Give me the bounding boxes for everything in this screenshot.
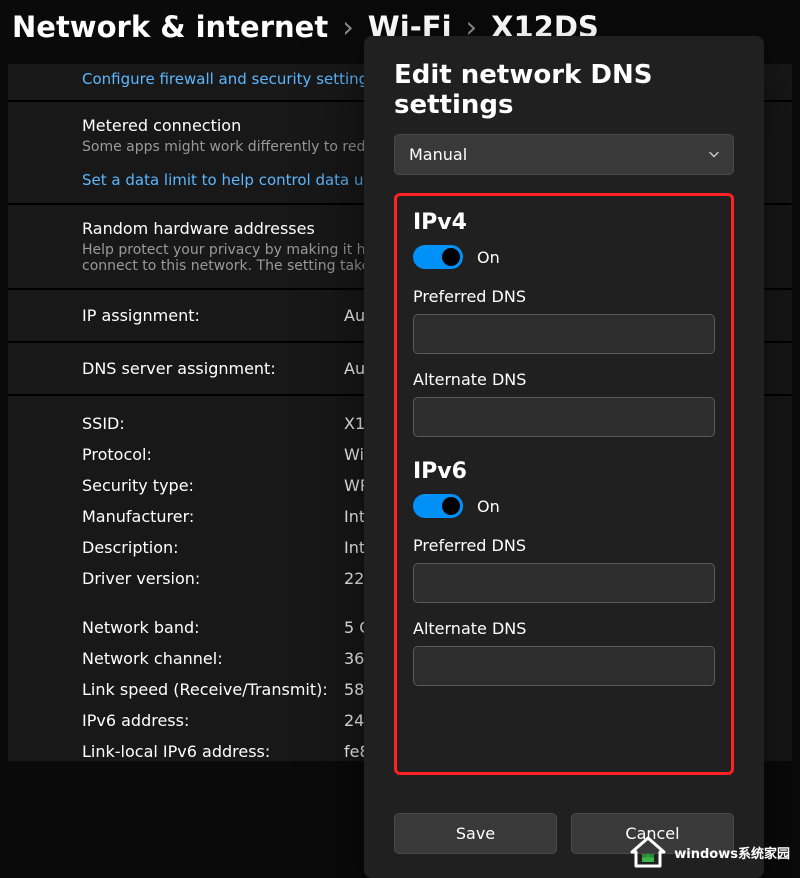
ipv4-alternate-input[interactable] bbox=[413, 397, 715, 437]
ipv4-toggle-row: On bbox=[413, 245, 715, 269]
dns-mode-select-wrap: Manual bbox=[394, 134, 734, 175]
ipv4-header: IPv4 bbox=[413, 210, 715, 235]
ipv6-toggle[interactable] bbox=[413, 494, 463, 518]
toggle-knob bbox=[442, 497, 460, 515]
toggle-knob bbox=[442, 248, 460, 266]
ipv6-alternate-label: Alternate DNS bbox=[413, 619, 715, 638]
ipv4-preferred-input[interactable] bbox=[413, 314, 715, 354]
dns-assignment-label: DNS server assignment: bbox=[82, 359, 344, 378]
ipv4-toggle[interactable] bbox=[413, 245, 463, 269]
ipv4-alternate-label: Alternate DNS bbox=[413, 370, 715, 389]
save-button[interactable]: Save bbox=[394, 813, 557, 854]
ipv6-preferred-input[interactable] bbox=[413, 563, 715, 603]
ipv6-header: IPv6 bbox=[413, 459, 715, 484]
edit-dns-dialog: Edit network DNS settings Manual IPv4 On… bbox=[364, 36, 764, 878]
ipv6-toggle-row: On bbox=[413, 494, 715, 518]
dns-mode-select[interactable]: Manual bbox=[394, 134, 734, 175]
highlight-box: IPv4 On Preferred DNS Alternate DNS IPv6… bbox=[394, 193, 734, 775]
ipv6-preferred-label: Preferred DNS bbox=[413, 536, 715, 555]
dialog-title: Edit network DNS settings bbox=[394, 60, 734, 120]
chevron-right-icon: › bbox=[342, 10, 354, 44]
watermark: windows系统家园 bbox=[618, 826, 800, 878]
house-icon bbox=[628, 834, 668, 870]
ipv4-toggle-label: On bbox=[477, 248, 500, 267]
ipv6-alternate-input[interactable] bbox=[413, 646, 715, 686]
ipv6-toggle-label: On bbox=[477, 497, 500, 516]
breadcrumb-root[interactable]: Network & internet bbox=[12, 10, 328, 44]
ipv4-preferred-label: Preferred DNS bbox=[413, 287, 715, 306]
ip-assignment-label: IP assignment: bbox=[82, 306, 344, 325]
watermark-text: windows系统家园 bbox=[674, 843, 790, 862]
